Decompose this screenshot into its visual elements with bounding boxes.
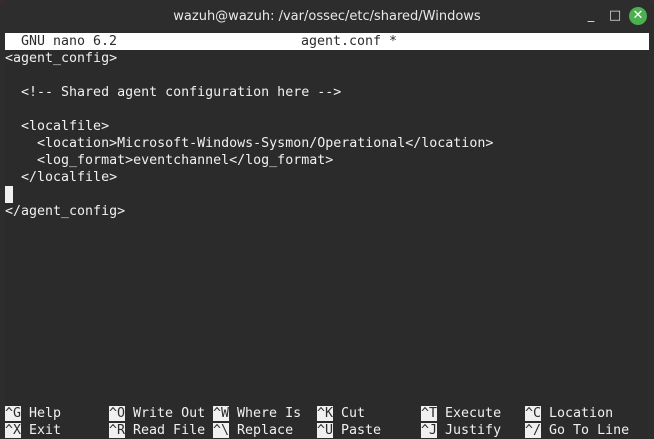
title-bar[interactable]: wazuh@wazuh: /var/ossec/etc/shared/Windo…: [0, 0, 654, 33]
shortcut-key: ^U: [317, 423, 334, 438]
shortcut-label: Read File: [133, 423, 206, 438]
shortcut-label: Paste: [341, 423, 382, 438]
shortcut-key: ^W: [213, 406, 230, 421]
shortcut-label: Write Out: [133, 406, 206, 421]
shortcut-label: Exit: [29, 423, 62, 438]
shortcut-key: ^G: [5, 406, 22, 421]
shortcut-item[interactable]: ^/ Go To Line: [525, 422, 629, 439]
shortcut-key: ^T: [421, 406, 438, 421]
shortcut-item[interactable]: ^\ Replace: [213, 422, 293, 439]
shortcut-item[interactable]: ^U Paste: [317, 422, 381, 439]
nano-version: GNU nano 6.2: [21, 34, 118, 49]
editor-line[interactable]: </agent_config>: [5, 203, 125, 220]
shortcut-item[interactable]: ^X Exit: [5, 422, 61, 439]
shortcut-item[interactable]: ^R Read File: [109, 422, 205, 439]
shortcut-label: Go To Line: [549, 423, 630, 438]
shortcut-key: ^O: [109, 406, 126, 421]
terminal-window: wazuh@wazuh: /var/ossec/etc/shared/Windo…: [0, 0, 654, 439]
editor-line[interactable]: <localfile>: [5, 118, 109, 135]
file-name: agent.conf *: [301, 34, 398, 49]
shortcut-item[interactable]: ^J Justify: [421, 422, 501, 439]
shortcut-item[interactable]: ^G Help: [5, 405, 61, 422]
shortcut-key: ^C: [525, 406, 542, 421]
shortcut-label: Cut: [341, 406, 366, 421]
shortcut-label: Where Is: [237, 406, 302, 421]
close-button[interactable]: ✕: [629, 7, 647, 25]
shortcut-key: ^/: [525, 423, 542, 438]
editor-line[interactable]: <location>Microsoft-Windows-Sysmon/Opera…: [5, 135, 493, 152]
shortcut-key: ^R: [109, 423, 126, 438]
maximize-button[interactable]: □: [606, 7, 624, 25]
shortcut-item[interactable]: ^O Write Out: [109, 405, 205, 422]
editor-line[interactable]: <log_format>eventchannel</log_format>: [5, 152, 333, 169]
editor-line[interactable]: <agent_config>: [5, 50, 117, 67]
shortcut-label: Replace: [237, 423, 294, 438]
editor-line[interactable]: <!-- Shared agent configuration here -->: [5, 84, 341, 101]
shortcut-label: Execute: [445, 406, 502, 421]
shortcut-label: Justify: [445, 423, 502, 438]
editor-line[interactable]: </localfile>: [5, 169, 117, 186]
nano-status-bar: GNU nano 6.2 agent.conf *: [5, 33, 649, 50]
minimize-button[interactable]: _: [582, 7, 600, 25]
shortcut-key: ^J: [421, 423, 438, 438]
nano-editor[interactable]: GNU nano 6.2 agent.conf * <agent_config>…: [5, 33, 649, 439]
shortcut-key: ^X: [5, 423, 22, 438]
shortcut-item[interactable]: ^K Cut: [317, 405, 365, 422]
shortcut-label: Help: [29, 406, 62, 421]
text-cursor: [5, 186, 13, 203]
shortcut-key: ^K: [317, 406, 334, 421]
shortcut-item[interactable]: ^C Location: [525, 405, 613, 422]
shortcut-label: Location: [549, 406, 614, 421]
shortcut-key: ^\: [213, 423, 230, 438]
shortcut-item[interactable]: ^W Where Is: [213, 405, 301, 422]
window-title: wazuh@wazuh: /var/ossec/etc/shared/Windo…: [173, 9, 481, 24]
shortcut-item[interactable]: ^T Execute: [421, 405, 501, 422]
